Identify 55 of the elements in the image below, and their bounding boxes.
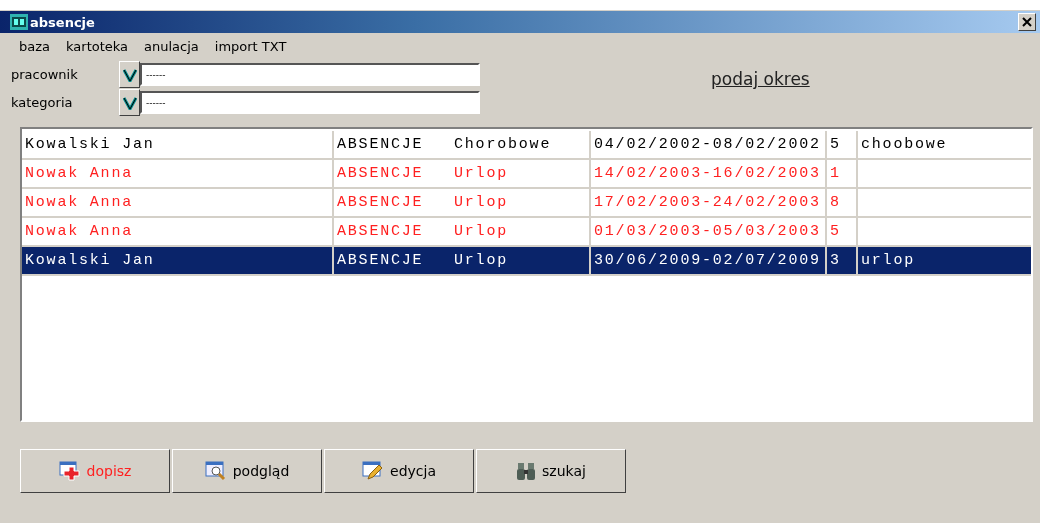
dropdown-button[interactable]: [119, 89, 140, 116]
table-cell-text: ABSENCJE: [337, 136, 425, 153]
table-cell-text: ABSENCJE: [337, 252, 425, 269]
table-cell: 5: [830, 136, 841, 153]
action-button[interactable]: szukaj: [476, 449, 626, 493]
dropdown-button[interactable]: [119, 61, 140, 88]
pencil-document-icon: [362, 461, 384, 481]
chevron-down-icon: [122, 95, 137, 110]
input-field[interactable]: ------: [140, 91, 480, 114]
table-cell: 3: [830, 252, 841, 269]
period-link[interactable]: podaj okres: [711, 69, 810, 87]
action-button[interactable]: edycja: [324, 449, 474, 493]
action-button[interactable]: podgląd: [172, 449, 322, 493]
close-button[interactable]: [1018, 13, 1036, 31]
table-cell: Nowak Anna: [25, 223, 133, 240]
table-cell: 8: [830, 194, 841, 211]
add-document-icon: [58, 461, 81, 481]
table-cell: Urlop: [454, 165, 508, 182]
table-cell: 5: [830, 223, 841, 240]
table-cell-text: ABSENCJE: [337, 194, 425, 211]
table-cell: 1: [830, 165, 841, 182]
magnifier-document-icon: [204, 461, 227, 481]
menu-item[interactable]: kartoteka: [66, 38, 129, 54]
input-field[interactable]: ------: [140, 63, 480, 86]
menu-item[interactable]: baza: [19, 38, 50, 54]
table-cell: Chorobowe: [454, 136, 552, 153]
table-cell: Urlop: [454, 194, 508, 211]
table-cell: Kowalski Jan: [25, 136, 155, 153]
table-cell: choobowe: [861, 136, 948, 153]
table-row[interactable]: Kowalski Jan ABSENCJE Chorobowe 04/02/2002-08/02/2002 5 choobowe: [22, 131, 1031, 160]
table-cell: Nowak Anna: [25, 194, 133, 211]
menu-item[interactable]: anulacja: [144, 38, 199, 54]
table-cell: 01/03/2003-05/03/2003: [594, 223, 821, 240]
table-cell: 04/02/2002-08/02/2002: [594, 136, 821, 153]
table-row[interactable]: Nowak Anna ABSENCJE Urlop 14/02/2003-16/02/2003 1: [22, 160, 1031, 189]
table-cell-text: ABSENCJE: [337, 165, 425, 182]
menu-item[interactable]: import TXT: [214, 38, 287, 54]
app-icon: [10, 14, 28, 30]
table-cell: Nowak Anna: [25, 165, 133, 182]
table-cell: Urlop: [454, 252, 508, 269]
close-icon: [1022, 17, 1032, 27]
table-cell: 30/06/2009-02/07/2009: [594, 252, 821, 269]
field-label: pracownik: [11, 67, 79, 82]
table-cell: 14/02/2003-16/02/2003: [594, 165, 821, 182]
table-cell: Kowalski Jan: [25, 252, 155, 269]
table-cell: Urlop: [454, 223, 508, 240]
table-cell: urlop: [861, 252, 915, 269]
chevron-down-icon: [122, 67, 137, 82]
binoculars-icon: [516, 461, 537, 481]
field-label: kategoria: [11, 95, 74, 110]
table-row[interactable]: Nowak Anna ABSENCJE Urlop 17/02/2003-24/02/2003 8: [22, 189, 1031, 218]
window-title: absencje: [30, 14, 95, 30]
table-cell: 17/02/2003-24/02/2003: [594, 194, 821, 211]
table-row[interactable]: Kowalski Jan ABSENCJE Urlop 30/06/2009-02/07/2009 3 urlop: [22, 247, 1031, 276]
table-cell-text: ABSENCJE: [337, 223, 425, 240]
